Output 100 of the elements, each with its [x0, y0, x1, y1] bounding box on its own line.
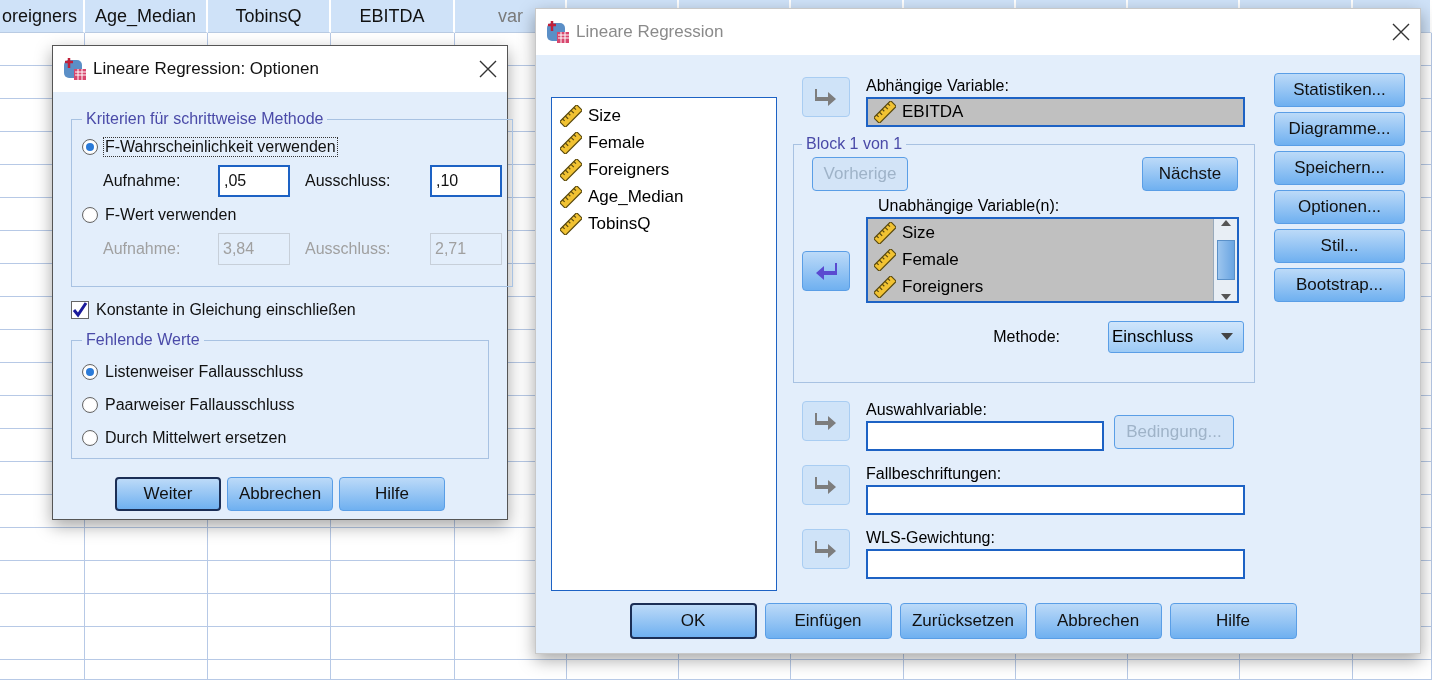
checkbox-label[interactable]: Konstante in Gleichung einschließen [95, 301, 357, 319]
list-item[interactable]: EBITDA [902, 102, 964, 122]
next-button[interactable]: Nächste [1142, 157, 1238, 191]
table-cell[interactable] [85, 660, 208, 680]
radio-button[interactable] [82, 139, 98, 155]
table-cell[interactable] [208, 561, 331, 594]
table-cell[interactable] [0, 561, 85, 594]
dialog-button[interactable]: Abbrechen [1034, 603, 1162, 639]
dialog-button[interactable]: Einfügen [764, 603, 892, 639]
radio-label[interactable]: F-Wahrscheinlichkeit verwenden [104, 138, 337, 156]
table-cell[interactable] [208, 594, 331, 627]
move-right-button[interactable] [802, 401, 850, 441]
move-right-button[interactable] [802, 529, 850, 569]
table-cell[interactable] [85, 528, 208, 561]
table-cell[interactable] [331, 627, 455, 660]
list-item[interactable]: Female [588, 132, 645, 153]
radio-button[interactable] [82, 429, 98, 446]
table-cell[interactable] [904, 660, 1016, 680]
table-cell[interactable] [0, 528, 85, 561]
field-label: Aufnahme: [102, 240, 182, 258]
up-arrow-icon[interactable] [1219, 219, 1232, 227]
radio-button[interactable] [82, 363, 98, 380]
table-cell[interactable] [331, 660, 455, 680]
side-button[interactable]: Stil... [1274, 229, 1405, 263]
arrow-icon [815, 539, 837, 559]
arrow-icon [815, 87, 837, 107]
list-item[interactable]: Size [588, 105, 622, 126]
table-cell[interactable] [1353, 660, 1432, 680]
weight-field[interactable] [866, 549, 1245, 579]
column-header[interactable]: oreigners [0, 0, 85, 33]
field-label: Fallbeschriftungen: [866, 465, 1003, 483]
scrollbar[interactable] [1213, 219, 1237, 301]
table-cell[interactable] [0, 627, 85, 660]
field-label: Auswahlvariable: [866, 401, 988, 419]
table-cell[interactable] [208, 528, 331, 561]
table-cell[interactable] [1016, 660, 1128, 680]
table-cell[interactable] [791, 660, 904, 680]
arrow-icon [815, 261, 837, 281]
field-label: WLS-Gewichtung: [866, 529, 996, 547]
side-button[interactable]: Bootstrap... [1274, 268, 1405, 302]
scroll-thumb[interactable] [1216, 240, 1235, 280]
group-title: Kriterien für schrittweise Methode [85, 110, 325, 128]
removal-field[interactable]: ,10 [430, 165, 502, 197]
list-item[interactable]: Size [902, 223, 936, 244]
table-cell[interactable] [208, 660, 331, 680]
side-button[interactable]: Diagramme... [1274, 112, 1405, 146]
table-cell[interactable] [1240, 660, 1353, 680]
table-cell[interactable] [0, 660, 85, 680]
move-right-button[interactable] [802, 77, 850, 117]
dialog-button[interactable]: Hilfe [339, 477, 445, 511]
radio-label[interactable]: Listenweiser Fallausschluss [104, 362, 305, 381]
table-cell[interactable] [331, 561, 455, 594]
table-cell[interactable] [1128, 660, 1240, 680]
variable-list[interactable]: Size Female Foreigners Age_Median TobinsQ [551, 97, 777, 591]
method-dropdown[interactable]: Einschluss [1108, 321, 1244, 353]
dialog-button[interactable]: Zurücksetzen [899, 603, 1027, 639]
independent-list[interactable]: Size Female Foreigners [866, 217, 1239, 303]
list-item[interactable]: Female [902, 250, 959, 270]
table-cell[interactable] [679, 660, 791, 680]
column-header[interactable]: EBITDA [331, 0, 455, 33]
selection-field[interactable] [866, 421, 1104, 451]
radio-label[interactable]: Durch Mittelwert ersetzen [104, 428, 288, 447]
down-arrow-icon[interactable] [1219, 293, 1232, 301]
table-cell[interactable] [331, 594, 455, 627]
side-button[interactable]: Optionen... [1274, 190, 1405, 224]
list-item[interactable]: Age_Median [588, 186, 684, 207]
checkbox[interactable] [71, 301, 89, 319]
side-button[interactable]: Speichern... [1274, 151, 1405, 185]
table-cell[interactable] [85, 594, 208, 627]
close-icon[interactable] [1392, 23, 1410, 41]
table-cell[interactable] [85, 561, 208, 594]
close-icon[interactable] [479, 60, 497, 78]
field-label: Ausschluss: [304, 240, 392, 258]
move-left-button[interactable] [802, 251, 850, 291]
list-item[interactable]: Foreigners [588, 159, 670, 180]
dependent-field[interactable]: EBITDA [866, 97, 1245, 127]
side-button[interactable]: Statistiken... [1274, 73, 1405, 107]
column-header[interactable]: TobinsQ [208, 0, 331, 33]
table-cell[interactable] [567, 660, 679, 680]
column-header[interactable]: Age_Median [85, 0, 208, 33]
table-cell[interactable] [0, 594, 85, 627]
dialog-button[interactable]: OK [629, 603, 757, 639]
field-label: Ausschluss: [304, 172, 392, 190]
ruler-icon [874, 101, 896, 123]
group-title: Block 1 von 1 [805, 135, 904, 153]
table-cell[interactable] [455, 660, 567, 680]
radio-button[interactable] [82, 396, 98, 413]
dialog-button[interactable]: Hilfe [1169, 603, 1297, 639]
table-cell[interactable] [331, 528, 455, 561]
dialog-button[interactable]: Weiter [115, 477, 221, 511]
app-icon [63, 57, 87, 81]
table-cell[interactable] [85, 627, 208, 660]
list-item[interactable]: TobinsQ [588, 213, 651, 234]
entry-field[interactable]: ,05 [218, 165, 290, 197]
dialog-button[interactable]: Abbrechen [227, 477, 333, 511]
move-right-button[interactable] [802, 465, 850, 505]
case-labels-field[interactable] [866, 485, 1245, 515]
list-item[interactable]: Foreigners [902, 276, 984, 297]
table-cell[interactable] [208, 627, 331, 660]
radio-label[interactable]: Paarweiser Fallausschluss [104, 395, 296, 414]
